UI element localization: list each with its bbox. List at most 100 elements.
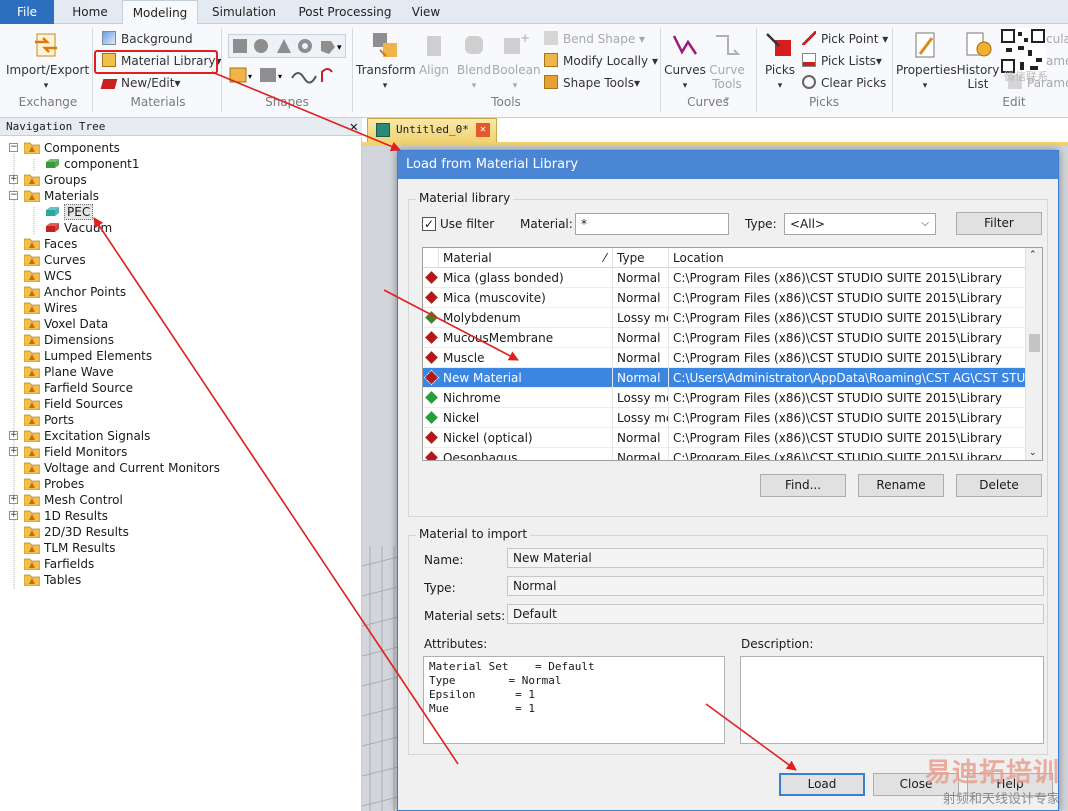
tree-item[interactable]: Field Sources [0,396,360,412]
align-button[interactable]: Align [414,30,454,77]
table-row[interactable]: MolybdenumLossy metC:\Program Files (x86… [423,308,1027,328]
blend-button[interactable]: Blend ▾ [454,30,494,93]
tree-item[interactable]: Voxel Data [0,316,360,332]
folder-icon [23,333,41,347]
expand-icon[interactable]: + [9,447,18,456]
table-row[interactable]: MucousMembrane Normal C:\Program Files (x8… [423,328,1027,348]
material-sets-field[interactable]: Default [507,604,1044,624]
collapse-icon[interactable]: − [9,143,18,152]
tab-post-processing[interactable]: Post Processing [290,0,400,24]
rename-button[interactable]: Rename [858,474,944,497]
table-row[interactable]: NichromeLossy metC:\Program Files (x86)\… [423,388,1027,408]
tree-item[interactable]: WCS [0,268,360,284]
tree-item[interactable]: + Groups [0,172,360,188]
scroll-down-icon[interactable]: ⌄ [1029,448,1037,458]
close-tab-icon[interactable]: ✕ [476,123,490,137]
tree-item[interactable]: Dimensions [0,332,360,348]
boolean-button[interactable]: + Boolean ▾ [492,30,541,93]
tree-item[interactable]: Lumped Elements [0,348,360,364]
tree-item[interactable]: Wires [0,300,360,316]
pick-lists-button[interactable]: Pick Lists▾ [802,52,882,70]
column-header-type[interactable]: Type [613,248,669,268]
tree-item[interactable]: + Field Monitors [0,444,360,460]
table-cell-name: Muscle [439,348,613,368]
tree-item[interactable]: Farfields [0,556,360,572]
table-row[interactable]: Muscle Normal C:\Program Files (x86)\CST S… [423,348,1027,368]
tree-item[interactable]: Farfield Source [0,380,360,396]
tree-item[interactable]: component1 [0,156,360,172]
tree-item[interactable]: Ports [0,412,360,428]
tab-home[interactable]: Home [62,0,118,24]
clear-picks-button[interactable]: Clear Picks [802,74,886,92]
background-button[interactable]: Background [102,30,193,48]
tree-item[interactable]: Tables [0,572,360,588]
filter-button[interactable]: Filter [956,212,1042,235]
picks-button[interactable]: Picks ▾ [760,30,800,93]
table-cell-location: C:\Program Files (x86)\CST STUDIO SUITE … [669,288,1027,308]
document-tab[interactable]: Untitled_0* ✕ [367,118,497,142]
table-row[interactable]: Oesophagus Normal C:\Program Files (x86)\C… [423,448,1027,460]
tab-view[interactable]: View [404,0,448,24]
expand-icon[interactable]: + [9,511,18,520]
shape-tools-row[interactable]: ▾ ▾ [228,64,338,88]
type-filter-select[interactable]: <All> ⌵ [784,213,936,235]
tree-item[interactable]: Faces [0,236,360,252]
transform-button[interactable]: Transform ▾ [356,30,416,93]
tree-item[interactable]: Curves [0,252,360,268]
table-row[interactable]: New Material Normal C:\Users\Administrator… [423,368,1027,388]
tree-item[interactable]: − Materials [0,188,360,204]
delete-button[interactable]: Delete [956,474,1042,497]
tree-item[interactable]: Voltage and Current Monitors [0,460,360,476]
table-row[interactable]: Nickel (optical) Normal C:\Program Files (… [423,428,1027,448]
tab-modeling[interactable]: Modeling [122,0,198,25]
tree-item[interactable]: − Components [0,140,360,156]
find-button[interactable]: Find... [760,474,846,497]
column-header-location[interactable]: Location [669,248,1027,268]
expand-icon[interactable]: + [9,175,18,184]
pick-lists-icon [802,53,816,67]
table-row[interactable]: NickelLossy metC:\Program Files (x86)\CS… [423,408,1027,428]
tree-item[interactable]: Plane Wave [0,364,360,380]
attributes-textarea[interactable]: Material Set = Default Type = Normal Eps… [423,656,725,744]
pick-point-button[interactable]: Pick Point ▾ [802,30,888,48]
tree-item[interactable]: PEC [0,204,360,220]
table-scrollbar[interactable]: ⌃ ⌄ [1025,248,1042,460]
close-icon[interactable]: ✕ [350,118,358,136]
workspace-grid [362,546,402,811]
tree-item[interactable]: Anchor Points [0,284,360,300]
table-cell-name: Oesophagus [439,448,613,460]
scroll-up-icon[interactable]: ⌃ [1029,250,1037,260]
load-button[interactable]: Load [779,773,865,796]
history-list-button[interactable]: History List [956,30,1000,91]
tree-item[interactable]: TLM Results [0,540,360,556]
tree-item[interactable]: +1D Results [0,508,360,524]
use-filter-checkbox[interactable]: ✓ [422,217,436,231]
material-type-field[interactable]: Normal [507,576,1044,596]
tree-item[interactable]: 2D/3D Results [0,524,360,540]
material-name-field[interactable]: New Material [507,548,1044,568]
shape-tools-button[interactable]: Shape Tools▾ [544,74,640,92]
modify-locally-button[interactable]: Modify Locally ▾ [544,52,658,70]
properties-button[interactable]: Properties ▾ [896,30,957,93]
curves-button[interactable]: Curves ▾ [664,30,706,93]
table-row[interactable]: Mica (glass bonded) Normal C:\Program File… [423,268,1027,288]
scrollbar-thumb[interactable] [1029,334,1040,352]
table-row[interactable]: Mica (muscovite) Normal C:\Program Files (… [423,288,1027,308]
expand-icon[interactable]: + [9,431,18,440]
collapse-icon[interactable]: − [9,191,18,200]
table-cell-name: MucousMembrane [439,328,613,348]
bend-shape-button[interactable]: Bend Shape ▾ [544,30,645,48]
expand-icon[interactable]: + [9,495,18,504]
column-header-material[interactable]: Material ⁄ [439,248,613,268]
tab-file[interactable]: File [0,0,54,24]
tree-item[interactable]: Vacuum [0,220,360,236]
tree-item[interactable]: Probes [0,476,360,492]
tree-item[interactable]: + Excitation Signals [0,428,360,444]
material-filter-input[interactable]: * [575,213,729,235]
new-edit-material-button[interactable]: New/Edit▾ [100,74,181,92]
tab-simulation[interactable]: Simulation [204,0,284,24]
tree-item[interactable]: + Mesh Control [0,492,360,508]
shapes-gallery[interactable]: ▾ [228,34,346,58]
description-textarea[interactable] [740,656,1044,744]
import-export-button[interactable]: Import/Export ▾ [6,30,89,93]
